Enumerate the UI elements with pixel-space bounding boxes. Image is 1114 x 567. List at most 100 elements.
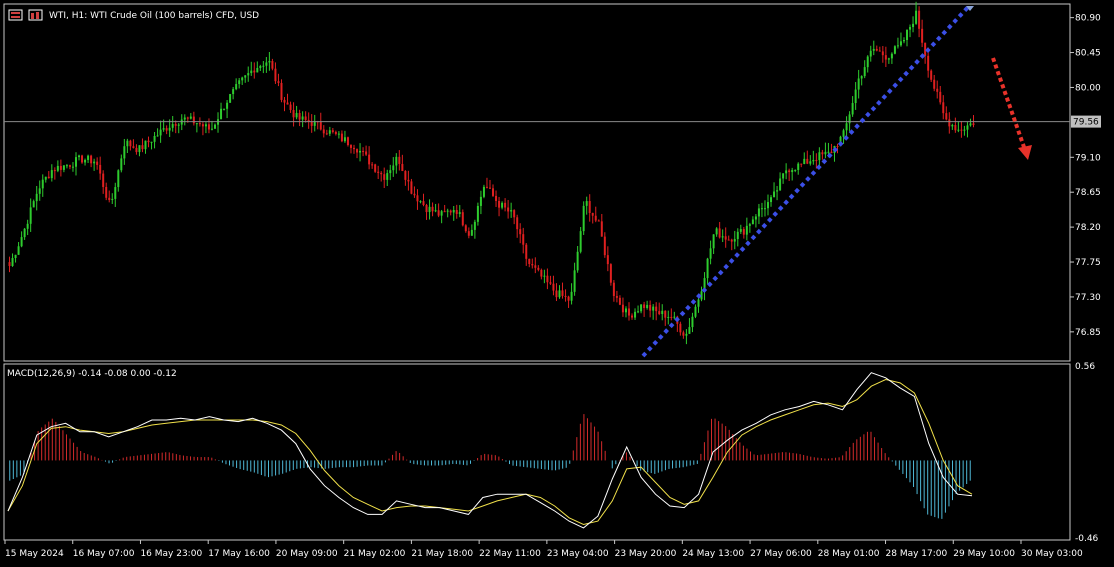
candle-body (162, 128, 165, 130)
candle-body (425, 205, 428, 213)
candle-body (501, 202, 504, 208)
candle-body (679, 323, 682, 333)
candle-body (770, 197, 773, 203)
candle-body (591, 212, 594, 216)
candle-body (416, 195, 419, 202)
candle-body (235, 84, 238, 90)
candle-body (437, 210, 440, 216)
candle-body (969, 123, 972, 126)
candle-body (688, 327, 691, 334)
candle-body (815, 159, 818, 161)
candle-body (458, 212, 461, 214)
candle-body (921, 28, 924, 43)
candle-body (195, 123, 198, 125)
candle-body (754, 216, 757, 220)
candle-body (510, 210, 513, 212)
candle-body (356, 149, 359, 153)
candle-body (365, 151, 368, 155)
candle-body (26, 223, 29, 229)
candle-body (359, 150, 362, 153)
candle-body (440, 211, 443, 216)
candle-body (452, 209, 455, 213)
candle-body (773, 191, 776, 198)
candle-body (117, 170, 120, 188)
candle-body (866, 56, 869, 68)
candle-body (621, 304, 624, 313)
candle-body (709, 248, 712, 259)
candle-body (824, 151, 827, 155)
candle-body (492, 188, 495, 196)
candle-body (201, 124, 204, 127)
candle-body (14, 254, 17, 259)
candle-body (398, 156, 401, 164)
candle-body (936, 88, 939, 92)
candle-body (44, 176, 47, 180)
candle-body (742, 229, 745, 235)
candle-body (123, 146, 126, 159)
time-tick-label: 21 May 18:00 (411, 549, 473, 559)
candle-body (791, 170, 794, 173)
candle-body (504, 202, 507, 208)
candle-body (482, 186, 485, 197)
candle-body (658, 311, 661, 315)
candle-body (682, 332, 685, 336)
candle-body (809, 161, 812, 164)
candle-body (256, 67, 259, 73)
time-tick-label: 16 May 23:00 (140, 549, 202, 559)
candle-body (836, 146, 839, 148)
candle-body (930, 70, 933, 80)
candle-body (50, 170, 53, 179)
candle-body (404, 171, 407, 180)
candle-body (286, 102, 289, 105)
candle-body (667, 316, 670, 318)
candle-body (331, 130, 334, 132)
candle-body (827, 151, 830, 153)
candle-body (198, 123, 201, 125)
candle-body (942, 102, 945, 114)
candle (609, 263, 612, 286)
candle-body (135, 147, 138, 153)
candle-body (298, 113, 301, 120)
candle-body (664, 310, 667, 318)
time-tick-label: 17 May 16:00 (208, 549, 270, 559)
macd-tick-label: 0.56 (1075, 362, 1095, 372)
price-tick-label: 79.10 (1075, 153, 1101, 163)
candle-body (878, 50, 881, 52)
macd-tick-label: -0.46 (1075, 534, 1099, 544)
candle-body (464, 225, 467, 232)
candle-body (204, 124, 207, 127)
candle-body (186, 117, 189, 119)
candle-body (863, 67, 866, 77)
candle-body (522, 234, 525, 245)
price-tick-label: 79.56 (1073, 118, 1099, 128)
candle-body (156, 135, 159, 137)
candle-body (570, 291, 573, 301)
candle-body (800, 163, 803, 165)
candle-body (736, 231, 739, 240)
candle-body (495, 195, 498, 201)
candle-body (165, 128, 168, 131)
candle-body (144, 140, 147, 150)
candle-body (872, 48, 875, 51)
candle-body (881, 51, 884, 56)
price-tick-label: 78.65 (1075, 188, 1101, 198)
candle-body (74, 157, 77, 167)
candle-body (927, 55, 930, 71)
candle-body (132, 146, 135, 148)
candle-body (582, 205, 585, 232)
candle-body (933, 79, 936, 89)
candle-body (93, 161, 96, 164)
candle-body (334, 131, 337, 134)
candle-body (739, 229, 742, 232)
candle-body (637, 311, 640, 313)
candle-body (431, 206, 434, 212)
candle-body (779, 178, 782, 191)
candle-body (377, 171, 380, 173)
candle-body (443, 211, 446, 213)
candle-body (138, 145, 141, 153)
candle-body (685, 333, 688, 336)
candle-body (945, 113, 948, 120)
candle-body (546, 275, 549, 283)
candle-body (721, 236, 724, 238)
candle-body (624, 308, 627, 313)
